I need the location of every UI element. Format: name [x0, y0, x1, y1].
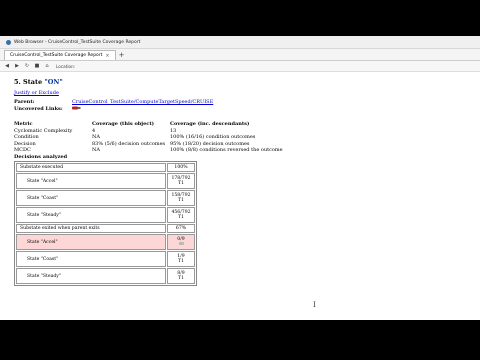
decisions-analyzed-title: Decisions analyzed: [14, 154, 68, 161]
table-row: Substate exited when parent exits 67%: [16, 224, 195, 234]
metric-cell: 100% (8/8) conditions reversed the outco…: [170, 147, 283, 154]
table-row: State "Steady" 8/9 T1: [16, 268, 195, 285]
tab-coverage-report[interactable]: CruiseControl_TestSuite Coverage Report …: [4, 50, 116, 60]
decision-label: State "Accel": [16, 173, 166, 190]
table-row-uncovered: State "Accel" 0/9: [16, 234, 195, 251]
metrics-header: Metric: [14, 121, 33, 127]
decision-label: State "Coast": [16, 190, 166, 207]
table-row: State "Coast" 1/9 T1: [16, 251, 195, 268]
justify-exclude-link[interactable]: Justify or Exclude: [14, 90, 59, 96]
metric-cell: Condition: [14, 134, 39, 141]
decision-value: 67%: [167, 224, 195, 234]
decision-value: 1/9 T1: [167, 251, 195, 268]
metrics-table: Metric Coverage (this object) Coverage (…: [14, 121, 466, 153]
report-page: 5. State "ON" Justify or Exclude Parent:…: [0, 72, 480, 309]
browser-window: Web Browser - CruiseControl_TestSuite Co…: [0, 36, 480, 320]
metric-cell: 95% (18/20) decision outcomes: [170, 140, 250, 147]
browser-icon: [6, 39, 11, 45]
back-icon[interactable]: ◀: [4, 63, 10, 69]
tab-label: CruiseControl_TestSuite Coverage Report: [10, 53, 103, 58]
decision-value: 0/9: [167, 234, 195, 251]
metrics-header: Coverage (this object): [92, 121, 154, 127]
close-tab-icon[interactable]: ×: [105, 53, 109, 59]
metrics-header: Coverage (inc. descendants): [170, 121, 250, 127]
forward-icon[interactable]: ▶: [14, 63, 20, 69]
decision-label: Substate exited when parent exits: [16, 224, 166, 234]
table-row: Substate executed 100%: [16, 163, 195, 173]
uncovered-links-label: Uncovered Links:: [14, 106, 63, 112]
metric-cell: NA: [92, 134, 100, 141]
metric-cell: 100% (16/16) condition outcomes: [170, 134, 256, 141]
metric-cell: MCDC: [14, 147, 31, 154]
new-tab-button[interactable]: +: [119, 51, 125, 60]
home-icon[interactable]: ⌂: [44, 63, 50, 69]
metric-cell: 83% (5/6) decision outcomes: [92, 140, 166, 147]
decision-label: State "Coast": [16, 251, 166, 268]
table-row: State "Steady" 456/792 T1: [16, 207, 195, 224]
metric-cell: Decision: [14, 140, 36, 147]
heading-prefix: 5. State: [14, 78, 45, 86]
metric-cell: 4: [92, 127, 96, 134]
decision-label: State "Steady": [16, 268, 166, 285]
table-row: State "Coast" 158/792 T1: [16, 190, 195, 207]
decisions-table: Substate executed 100% State "Accel" 178…: [14, 161, 197, 287]
decision-value: 456/792 T1: [167, 207, 195, 224]
decision-value: 100%: [167, 163, 195, 173]
tab-bar: CruiseControl_TestSuite Coverage Report …: [0, 49, 480, 61]
decision-label: State "Steady": [16, 207, 166, 224]
missing-marker-icon: [178, 242, 184, 246]
window-title: Web Browser - CruiseControl_TestSuite Co…: [14, 39, 141, 45]
title-bar: Web Browser - CruiseControl_TestSuite Co…: [0, 36, 480, 49]
text-cursor-icon: I: [313, 301, 316, 309]
metric-cell: Cyclomatic Complexity: [14, 127, 73, 134]
decision-value: 8/9 T1: [167, 268, 195, 285]
table-row: State "Accel" 178/792 T1: [16, 173, 195, 190]
uncovered-links-icon[interactable]: [72, 106, 466, 112]
parent-label: Parent:: [14, 99, 35, 105]
metric-cell: NA: [92, 147, 100, 154]
decision-value: 158/792 T1: [167, 190, 195, 207]
navigation-bar: ◀ ▶ ↻ ■ ⌂ Location:: [0, 61, 480, 72]
stop-icon[interactable]: ■: [34, 63, 40, 69]
metadata: Parent: CruiseControl_TestSuite/ComputeT…: [14, 99, 466, 112]
location-label: Location:: [56, 63, 76, 69]
heading-state-name: "ON": [44, 78, 63, 86]
parent-link[interactable]: CruiseControl_TestSuite/ComputeTargetSpe…: [72, 99, 466, 105]
state-heading: 5. State "ON": [14, 78, 466, 86]
decision-label: Substate executed: [16, 163, 166, 173]
metric-cell: 13: [170, 127, 177, 134]
decision-label: State "Accel": [16, 234, 166, 251]
decision-value: 178/792 T1: [167, 173, 195, 190]
reload-icon[interactable]: ↻: [24, 63, 30, 69]
